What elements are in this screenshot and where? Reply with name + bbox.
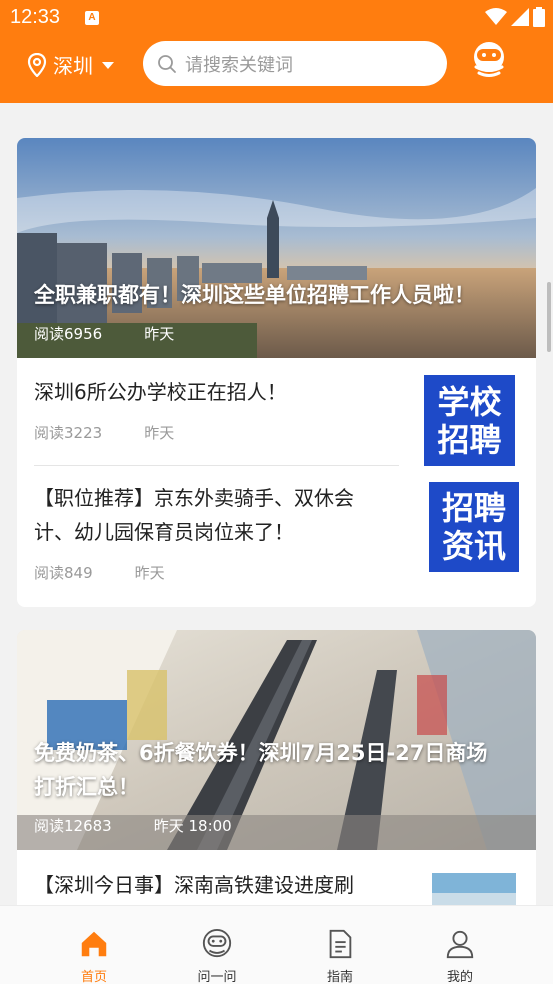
tab-label: 问一问 — [197, 970, 237, 984]
robot-chat-icon — [202, 928, 232, 958]
system-icons — [485, 7, 545, 27]
person-icon — [446, 930, 474, 959]
read-count: 阅读12683 — [34, 817, 112, 835]
thumb-text: 资讯 — [441, 527, 506, 565]
search-placeholder: 请搜索关键词 — [185, 54, 293, 76]
search-icon — [158, 54, 176, 73]
post-time: 昨天 18:00 — [153, 817, 232, 835]
post-time: 昨天 — [134, 564, 165, 582]
thumb-text: 招聘 — [441, 489, 506, 527]
hero-article[interactable]: 全职兼职都有！深圳这些单位招聘工作人员啦！ 阅读6956 昨天 — [17, 138, 536, 358]
notification-icon: A — [85, 11, 99, 25]
hero-title-line: 免费奶茶、6折餐饮券！深圳7月25日-27日商场 — [34, 741, 488, 765]
hero-meta: 阅读12683 昨天 18:00 — [34, 815, 232, 836]
tab-label: 首页 — [80, 970, 107, 984]
read-count: 阅读3223 — [34, 424, 103, 442]
location-pin-icon — [27, 52, 47, 77]
hero-title-line: 打折汇总！ — [34, 775, 139, 799]
tab-label: 我的 — [446, 970, 473, 984]
tab-label: 指南 — [326, 970, 353, 984]
robot-assistant-icon[interactable] — [468, 40, 510, 82]
tab-ask[interactable]: 问一问 — [167, 906, 267, 984]
item-meta: 阅读849 昨天 — [34, 562, 165, 583]
article-group-card: 全职兼职都有！深圳这些单位招聘工作人员啦！ 阅读6956 昨天 深圳6所公办学校… — [17, 138, 536, 607]
item-thumbnail: 学校 招聘 — [424, 375, 515, 466]
wifi-icon — [485, 8, 507, 25]
home-icon — [81, 931, 107, 957]
news-feed[interactable]: 全职兼职都有！深圳这些单位招聘工作人员啦！ 阅读6956 昨天 深圳6所公办学校… — [0, 103, 553, 905]
city-label: 深圳 — [53, 54, 93, 78]
search-input[interactable]: 请搜索关键词 — [143, 41, 447, 86]
item-thumbnail: 招聘 资讯 — [429, 482, 519, 572]
tab-home[interactable]: 首页 — [44, 906, 144, 984]
item-thumbnail — [432, 873, 516, 905]
item-meta: 阅读3223 昨天 — [34, 422, 174, 443]
bottom-navigation: 首页 问一问 指南 我的 — [0, 905, 553, 984]
city-selector[interactable]: 深圳 — [27, 50, 115, 79]
thumb-text: 招聘 — [437, 420, 502, 459]
read-count: 阅读849 — [34, 564, 93, 582]
tab-mine[interactable]: 我的 — [410, 906, 510, 984]
read-count: 阅读6956 — [34, 325, 103, 343]
item-title-line: 【职位推荐】京东外卖骑手、双休会 — [34, 486, 354, 510]
hero-title: 免费奶茶、6折餐饮券！深圳7月25日-27日商场 打折汇总！ — [34, 736, 487, 804]
list-item[interactable]: 【职位推荐】京东外卖骑手、双休会 计、幼儿园保育员岗位来了！ 阅读849 昨天 … — [17, 466, 536, 607]
post-time: 昨天 — [144, 325, 175, 343]
hero-title: 全职兼职都有！深圳这些单位招聘工作人员啦！ — [34, 283, 475, 307]
hero-article[interactable]: 免费奶茶、6折餐饮券！深圳7月25日-27日商场 打折汇总！ 阅读12683 昨… — [17, 630, 536, 850]
article-group-card: 免费奶茶、6折餐饮券！深圳7月25日-27日商场 打折汇总！ 阅读12683 昨… — [17, 630, 536, 905]
list-item[interactable]: 深圳6所公办学校正在招人！ 阅读3223 昨天 学校 招聘 — [17, 358, 536, 466]
caret-down-icon — [102, 61, 114, 69]
signal-icon — [511, 8, 529, 26]
tab-guide[interactable]: 指南 — [290, 906, 390, 984]
document-icon — [329, 929, 352, 959]
item-title-line: 计、幼儿园保育员岗位来了！ — [34, 520, 294, 544]
thumb-text: 学校 — [437, 382, 502, 421]
post-time: 昨天 — [144, 424, 175, 442]
hero-meta: 阅读6956 昨天 — [34, 323, 174, 344]
app-header: 12:33 A 深圳 请搜索关键词 — [0, 0, 553, 103]
item-title: 深圳6所公办学校正在招人！ — [34, 380, 287, 404]
scrollbar[interactable] — [547, 282, 551, 352]
status-bar: 12:33 A — [0, 0, 553, 36]
item-title: 【深圳今日事】深南高铁建设进度刷 — [34, 873, 354, 897]
status-time: 12:33 — [10, 6, 61, 28]
list-item[interactable]: 【深圳今日事】深南高铁建设进度刷 — [17, 850, 536, 905]
item-title: 【职位推荐】京东外卖骑手、双休会 计、幼儿园保育员岗位来了！ — [34, 481, 354, 549]
battery-icon — [533, 7, 545, 27]
